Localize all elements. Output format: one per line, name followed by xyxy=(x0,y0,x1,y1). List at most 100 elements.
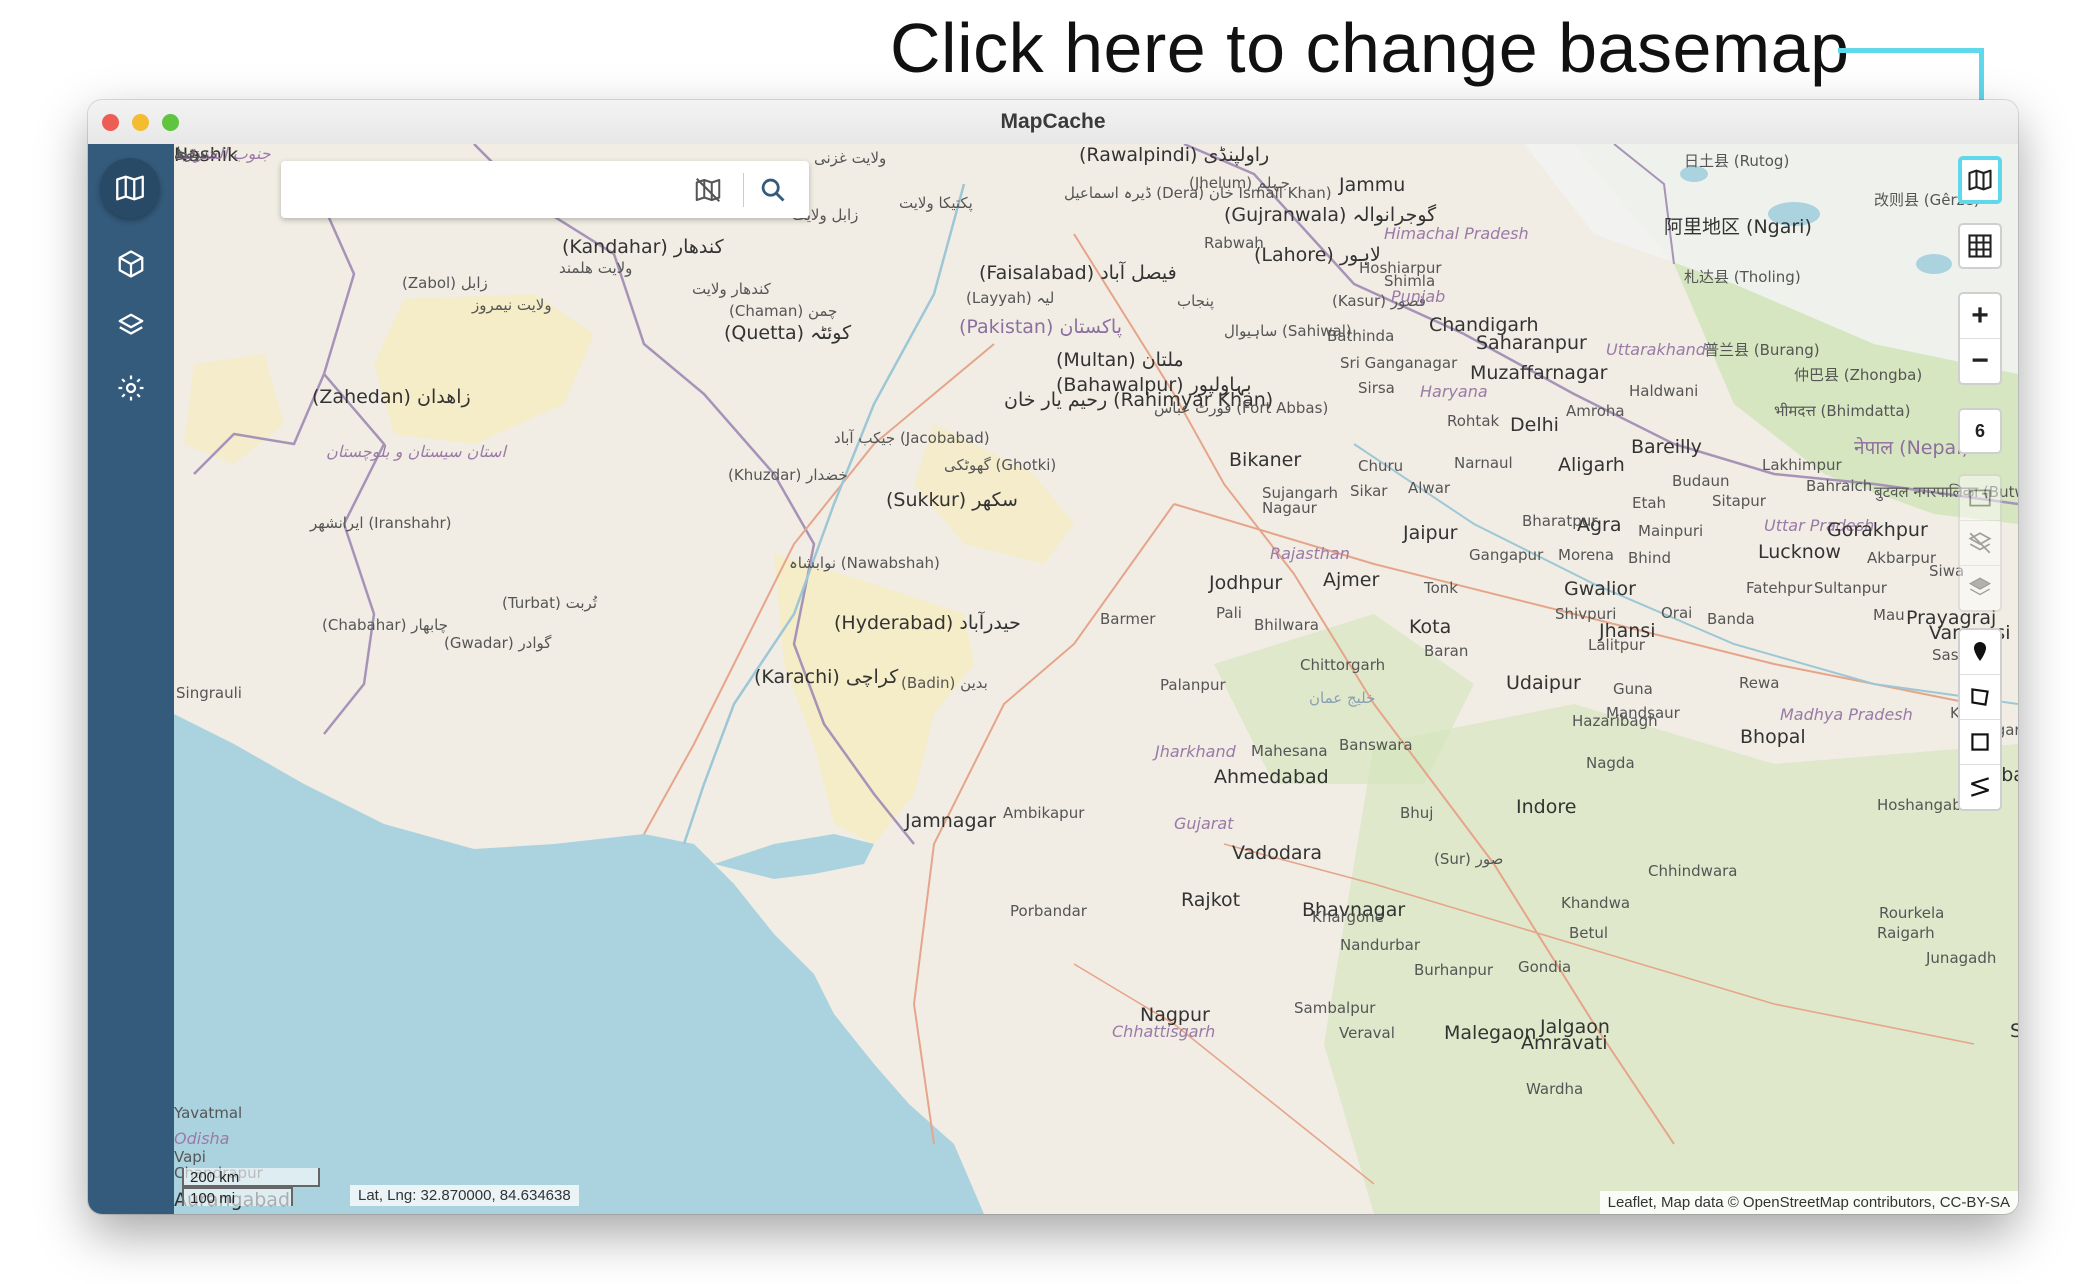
map-label: (Rawalpindi) راولپنڈی xyxy=(1079,144,1270,166)
map-label: Alwar xyxy=(1408,479,1451,497)
map-label: Bikaner xyxy=(1229,449,1302,471)
map-label: Ambikapur xyxy=(1003,804,1085,822)
draw-rectangle-button[interactable] xyxy=(1960,720,2000,765)
map-label: Yavatmal xyxy=(174,1104,243,1122)
map-label: Bhind xyxy=(1628,549,1671,567)
map-view[interactable]: (Rawalpindi) راولپنڈی (Jhelum) جہلم Jammu 日… xyxy=(174,144,2018,1214)
hide-layers-button[interactable] xyxy=(1960,521,2000,566)
layer-tools xyxy=(1958,474,2002,612)
desert-area xyxy=(374,294,594,444)
map-label: Vadodara xyxy=(1232,842,1323,864)
map-label: Junagadh xyxy=(1926,949,1997,967)
clear-location-button[interactable] xyxy=(691,173,725,207)
layers-button[interactable] xyxy=(115,310,147,342)
map-label: (Hyderabad) حیدرآباد xyxy=(834,612,1021,634)
map-label: (Turbat) تُربت xyxy=(502,594,597,612)
callout-line xyxy=(1838,48,1984,53)
highway-6 xyxy=(1073,963,1375,1185)
map-label: Wardha xyxy=(1526,1080,1584,1098)
search-box xyxy=(281,161,809,218)
map-label: Jammu xyxy=(1339,174,1406,196)
map-label: Pali xyxy=(1216,604,1242,622)
map-label: Bhopal xyxy=(1740,726,1806,748)
map-label: (Gujranwala) گوجرانوالہ xyxy=(1224,204,1437,226)
grid-button[interactable] xyxy=(1958,223,2002,269)
zoom-to-extent-button[interactable] xyxy=(1960,476,2000,521)
map-label: Jharkhand xyxy=(1155,742,1236,761)
map-label: Rourkela xyxy=(1879,904,1945,922)
map-label: भीमदत्त (Bhimdatta) xyxy=(1774,402,1911,420)
map-label: ولایت غزنی xyxy=(814,149,887,167)
scale-bar: 200 km 100 mi xyxy=(182,1168,320,1207)
map-label: خلیج عمان xyxy=(1309,689,1376,707)
layers-icon xyxy=(118,313,144,335)
map-label: Chhattisgarh xyxy=(1112,1022,1216,1041)
map-label: Amravati xyxy=(1521,1032,1608,1054)
settings-button[interactable] xyxy=(115,372,147,404)
map-label: Jaipur xyxy=(1403,522,1458,544)
sidebar xyxy=(88,144,174,1214)
map-label: Bathinda xyxy=(1327,327,1395,345)
title-bar: MapCache xyxy=(88,100,2018,145)
map-label: پنجاب xyxy=(1177,292,1215,310)
map-label: Delhi xyxy=(1510,414,1559,436)
map-label: ولایت نیمروز xyxy=(472,296,552,314)
map-label: ڈیرہ اسماعیل (Dera) خان Ismail Khan) xyxy=(1064,184,1332,202)
map-label: Porbandar xyxy=(1010,902,1087,920)
scale-mi: 100 mi xyxy=(182,1187,293,1207)
map-attribution[interactable]: Leaflet, Map data © OpenStreetMap contri… xyxy=(1599,1191,2018,1214)
map-label: Ajmer xyxy=(1323,569,1380,591)
map-label: Rohtak xyxy=(1447,412,1500,430)
map-label: Guna xyxy=(1613,680,1653,698)
map-off-icon xyxy=(695,178,721,202)
map-label: Barmer xyxy=(1100,610,1156,628)
cube-icon xyxy=(118,250,144,278)
map-label: پکتیکا ولایت xyxy=(899,194,973,212)
app-logo-button[interactable] xyxy=(100,158,160,218)
map-label: नेपाल (Nepal) xyxy=(1854,437,1969,459)
map-label: (Layyah) لیہ xyxy=(966,289,1055,307)
feature-layers-button[interactable] xyxy=(1960,566,2000,610)
map-icon xyxy=(116,175,144,201)
draw-line-button[interactable] xyxy=(1960,765,2000,809)
map-label: Bhilwara xyxy=(1254,616,1319,634)
map-label: Hazaribagh xyxy=(1572,712,1658,730)
search-input[interactable] xyxy=(293,171,657,209)
projects-button[interactable] xyxy=(115,248,147,280)
extent-icon xyxy=(1969,489,1991,507)
draw-marker-button[interactable] xyxy=(1960,630,2000,675)
map-label: Churu xyxy=(1358,457,1404,475)
map-label: Morena xyxy=(1558,546,1614,564)
draw-tools xyxy=(1958,628,2002,811)
map-label: کندهار ولایت xyxy=(692,280,771,298)
map-label: Fatehpur xyxy=(1746,579,1813,597)
search-divider xyxy=(743,173,744,207)
map-label: نزوى xyxy=(174,144,206,162)
map-label: Etah xyxy=(1632,494,1667,512)
map-label: Muzaffarnagar xyxy=(1470,362,1608,384)
map-label: (Chaman) چمن xyxy=(729,302,838,320)
basemap-button[interactable] xyxy=(1958,156,2002,204)
scale-km: 200 km xyxy=(182,1168,320,1187)
map-label: Sri Ganganagar xyxy=(1340,354,1458,372)
map-label: Khandwa xyxy=(1561,894,1631,912)
zoom-in-button[interactable]: + xyxy=(1960,294,2000,339)
map-label: Indore xyxy=(1516,796,1577,818)
app-window: MapCache (Rawalpindi) راولپنڈی (Jhelum) … xyxy=(88,100,2018,1214)
gulf-of-kutch xyxy=(714,834,874,879)
desert-area-4 xyxy=(184,354,284,464)
map-label: Odisha xyxy=(174,1129,230,1148)
lat-lng-readout: Lat, Lng: 32.870000, 84.634638 xyxy=(350,1185,579,1206)
map-label: استان سیستان و بلوچستان xyxy=(326,442,506,461)
map-label: (Kandahar) کندهار xyxy=(562,236,724,258)
grid-icon xyxy=(1968,234,1992,258)
map-label: Aligarh xyxy=(1558,454,1625,476)
map-label: 普兰县 (Burang) xyxy=(1704,341,1820,359)
map-label: Rajasthan xyxy=(1270,544,1350,563)
map-label: Gorakhpur xyxy=(1827,519,1928,541)
zoom-out-button[interactable]: − xyxy=(1960,339,2000,383)
map-label: (Quetta) کوئٹہ xyxy=(724,322,852,344)
search-button[interactable] xyxy=(756,173,790,207)
draw-polygon-button[interactable] xyxy=(1960,675,2000,720)
map-label: Kota xyxy=(1409,616,1452,638)
